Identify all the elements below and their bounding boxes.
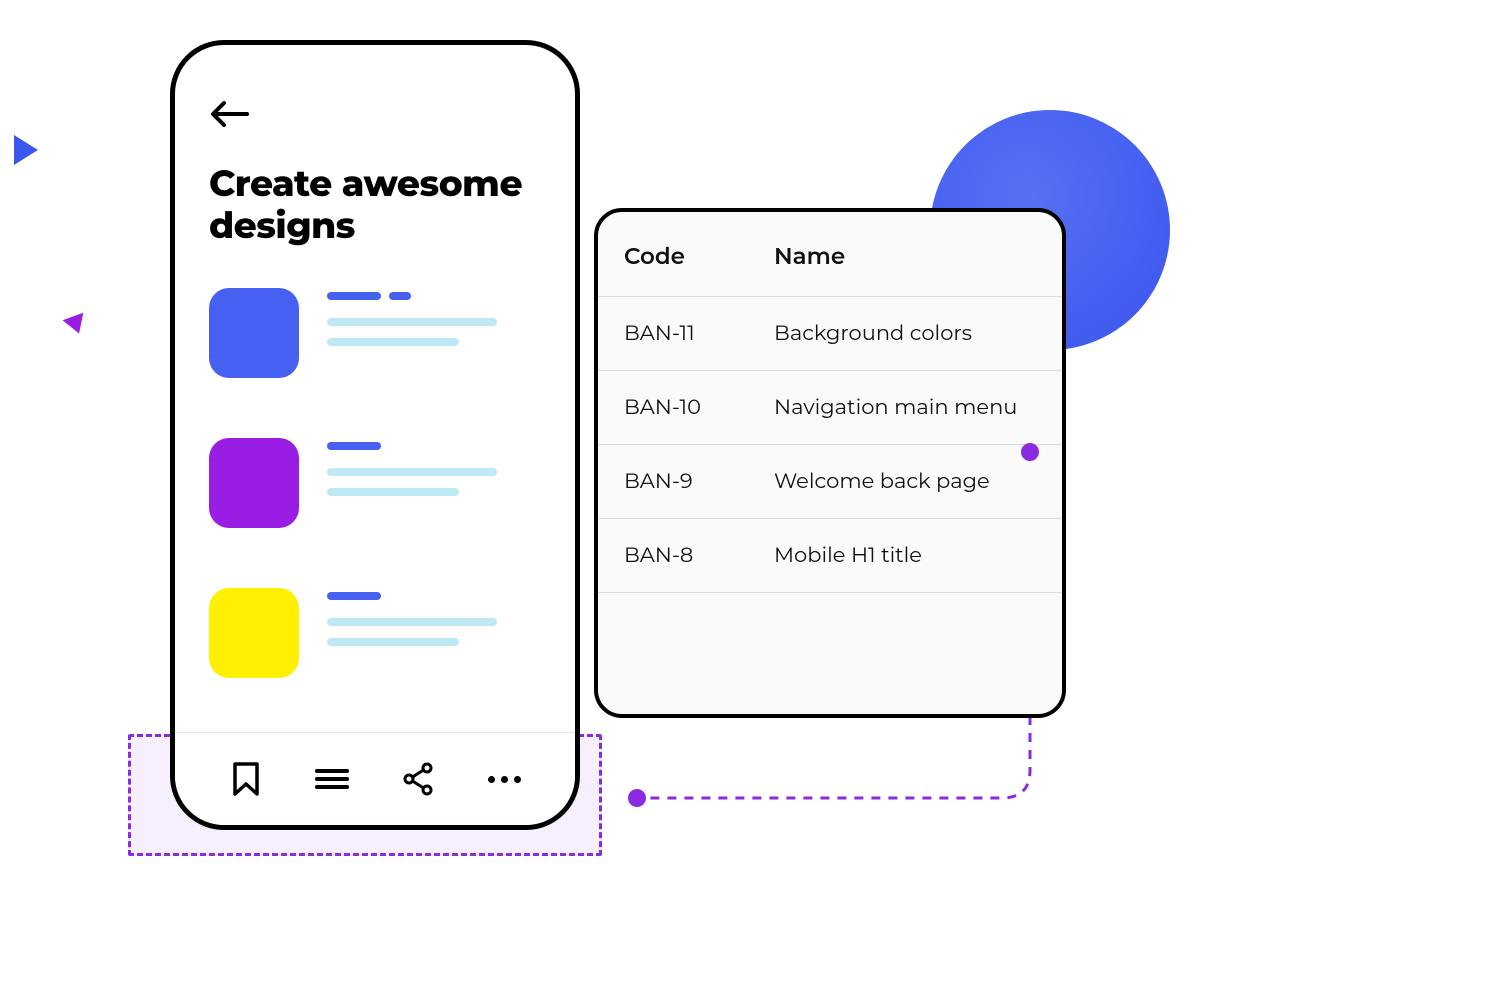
- page-title: Create awesome designs: [209, 163, 541, 248]
- col-header-code: Code: [624, 242, 774, 270]
- menu-icon: [315, 767, 349, 791]
- phone-frame: Create awesome designs: [170, 40, 580, 830]
- back-button[interactable]: [209, 101, 249, 131]
- canvas: Code Name BAN-11 Background colors BAN-1…: [0, 0, 1320, 881]
- triangle-small-icon: [63, 313, 90, 337]
- arrow-left-icon: [209, 101, 249, 127]
- placeholder-lines: [327, 288, 497, 358]
- table-row[interactable]: BAN-10 Navigation main menu: [598, 371, 1062, 445]
- cell-code: BAN-8: [624, 543, 774, 568]
- placeholder-lines: [327, 438, 497, 508]
- table-row[interactable]: BAN-9 Welcome back page: [598, 445, 1062, 519]
- triangle-icon: [14, 135, 38, 165]
- connector-dot-source: [1021, 443, 1039, 461]
- cell-code: BAN-11: [624, 321, 774, 346]
- col-header-name: Name: [774, 242, 1036, 270]
- table-row[interactable]: BAN-11 Background colors: [598, 297, 1062, 371]
- bookmark-icon: [231, 762, 261, 796]
- placeholder-lines: [327, 588, 497, 658]
- menu-button[interactable]: [308, 755, 356, 803]
- swatch-blue: [209, 288, 299, 378]
- cell-code: BAN-10: [624, 395, 774, 420]
- share-button[interactable]: [394, 755, 442, 803]
- design-card[interactable]: [209, 438, 541, 528]
- cell-name: Welcome back page: [774, 469, 1036, 494]
- cell-name: Background colors: [774, 321, 1036, 346]
- issues-table: Code Name BAN-11 Background colors BAN-1…: [594, 208, 1066, 718]
- connector-dot-target: [628, 789, 646, 807]
- table-header-row: Code Name: [598, 212, 1062, 297]
- swatch-purple: [209, 438, 299, 528]
- design-card[interactable]: [209, 288, 541, 378]
- share-icon: [401, 762, 435, 796]
- cell-name: Navigation main menu: [774, 395, 1036, 420]
- bookmark-button[interactable]: [222, 755, 270, 803]
- design-card[interactable]: [209, 588, 541, 678]
- cell-code: BAN-9: [624, 469, 774, 494]
- table-row[interactable]: BAN-8 Mobile H1 title: [598, 519, 1062, 593]
- swatch-yellow: [209, 588, 299, 678]
- bottom-nav: [175, 732, 575, 825]
- cell-name: Mobile H1 title: [774, 543, 1036, 568]
- more-icon: [488, 776, 521, 783]
- more-button[interactable]: [480, 755, 528, 803]
